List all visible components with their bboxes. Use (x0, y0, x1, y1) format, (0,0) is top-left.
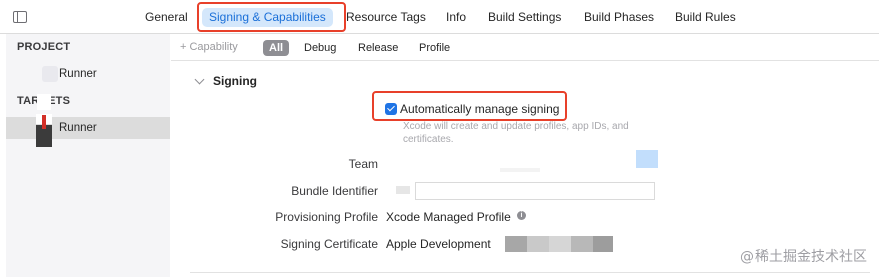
tab-resource-tags[interactable]: Resource Tags (346, 9, 426, 26)
filter-debug[interactable]: Debug (304, 40, 336, 56)
target-item-runner[interactable]: Runner (6, 117, 170, 139)
team-value-redacted-part (500, 168, 540, 172)
tab-signing-capabilities[interactable]: Signing & Capabilities (202, 8, 333, 27)
chevron-down-icon[interactable] (194, 74, 205, 85)
watermark-text: 稀土掘金技术社区 (740, 246, 867, 266)
header-redaction (37, 94, 51, 110)
sidebar-toggle-icon[interactable] (13, 11, 27, 23)
bundle-identifier-label: Bundle Identifier (291, 184, 378, 198)
signing-section-title: Signing (213, 74, 257, 88)
tab-build-rules[interactable]: Build Rules (675, 9, 736, 26)
project-header: PROJECT (17, 41, 71, 53)
provisioning-profile-label: Provisioning Profile (275, 210, 378, 224)
app-target-icon (36, 115, 52, 147)
filter-all[interactable]: All (263, 40, 290, 56)
info-icon[interactable]: i (517, 211, 526, 220)
signing-certificate-value: Apple Development (386, 237, 491, 251)
capability-filter-bar: + Capability All Debug Release Profile (171, 34, 879, 61)
section-divider (190, 272, 870, 273)
auto-manage-signing-checkbox[interactable] (385, 103, 397, 115)
project-navigator: PROJECT Runner TARGETS Runner (0, 34, 170, 277)
target-item-label: Runner (59, 122, 97, 134)
bundle-identifier-input[interactable] (415, 182, 655, 200)
project-icon (42, 66, 58, 82)
filter-profile[interactable]: Profile (419, 40, 450, 56)
tab-build-phases[interactable]: Build Phases (584, 9, 654, 26)
project-item-runner[interactable]: Runner (6, 63, 170, 85)
provisioning-profile-value: Xcode Managed Profile (386, 210, 511, 224)
team-value-redacted[interactable] (636, 150, 658, 168)
tab-general[interactable]: General (145, 9, 188, 26)
project-item-label: Runner (59, 68, 97, 80)
tab-build-settings[interactable]: Build Settings (488, 9, 561, 26)
auto-manage-help-text: Xcode will create and update profiles, a… (403, 121, 629, 145)
certificate-id-redacted (505, 236, 615, 252)
signing-certificate-label: Signing Certificate (280, 237, 378, 251)
tab-info[interactable]: Info (446, 9, 466, 26)
team-label: Team (348, 157, 378, 171)
add-capability-button[interactable]: + Capability (180, 41, 238, 53)
auto-manage-signing-label[interactable]: Automatically manage signing (400, 102, 559, 116)
filter-release[interactable]: Release (358, 40, 398, 56)
editor-tab-bar: General Signing & Capabilities Resource … (0, 0, 879, 34)
bundle-identifier-redacted (396, 186, 410, 194)
